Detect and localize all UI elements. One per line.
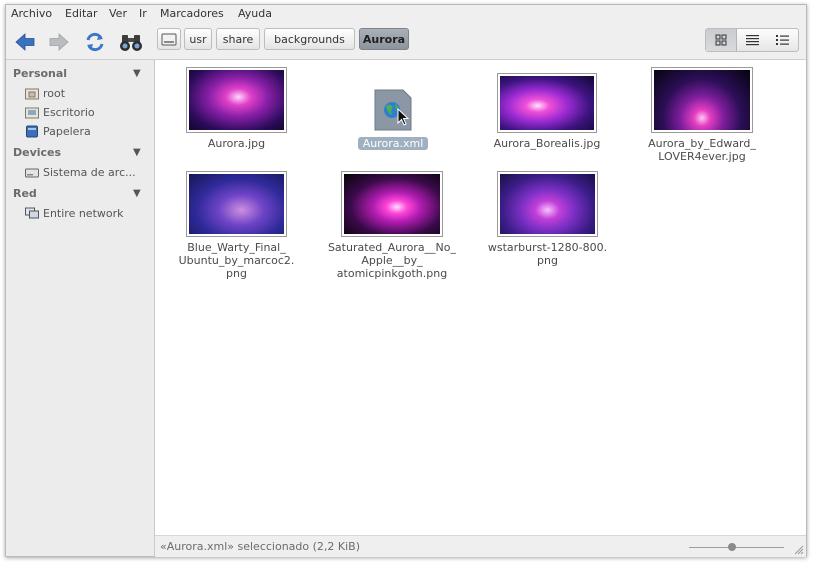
sidebar: Personal ▼ root Escritorio Papelera Devi…: [6, 60, 155, 556]
mouse-cursor-icon: [397, 108, 410, 126]
file-aurora-jpg[interactable]: [186, 67, 287, 133]
drive-icon: [161, 33, 177, 45]
reload-icon: [86, 32, 104, 52]
sidebar-item-label: Entire network: [43, 206, 124, 220]
sidebar-section-devices[interactable]: Devices: [13, 146, 61, 159]
sidebar-item-root[interactable]: root: [25, 85, 65, 101]
resize-grip-icon[interactable]: [794, 545, 804, 555]
image-thumbnail: [500, 76, 594, 130]
menubar: Archivo Editar Ver Ir Marcadores Ayuda: [6, 5, 806, 24]
network-icon: [25, 207, 39, 218]
file-label-selected: Aurora.xml: [358, 137, 428, 150]
desktop-folder-icon: [25, 107, 39, 118]
file-wstarburst-png[interactable]: [497, 171, 598, 237]
collapse-arrow-icon[interactable]: ▼: [133, 68, 141, 79]
home-folder-icon: [25, 88, 39, 99]
image-thumbnail: [500, 174, 595, 234]
sidebar-item-label: Escritorio: [43, 105, 95, 119]
sidebar-item-filesystem[interactable]: Sistema de arc...: [25, 164, 136, 180]
menu-ir[interactable]: Ir: [139, 7, 147, 20]
file-manager-window: Archivo Editar Ver Ir Marcadores Ayuda u…: [5, 4, 807, 557]
collapse-arrow-icon[interactable]: ▼: [133, 147, 141, 158]
binoculars-icon: [120, 35, 142, 51]
file-label: Aurora_by_Edward_ LOVER4ever.jpg: [648, 137, 756, 163]
image-thumbnail: [654, 70, 750, 130]
list-view-icon: [745, 35, 759, 46]
breadcrumb-aurora[interactable]: Aurora: [359, 28, 409, 50]
file-label: Saturated_Aurora__No_ Apple__by_ atomicp…: [327, 241, 457, 280]
breadcrumb-usr[interactable]: usr: [184, 28, 212, 50]
menu-editar[interactable]: Editar: [65, 7, 98, 20]
path-toggle-button[interactable]: [157, 28, 181, 50]
hard-drive-icon: [25, 168, 39, 177]
image-thumbnail: [189, 70, 284, 130]
back-arrow-icon: [15, 33, 35, 51]
collapse-arrow-icon[interactable]: ▼: [133, 188, 141, 199]
sidebar-section-personal[interactable]: Personal: [13, 67, 67, 80]
view-mode-switcher: [705, 28, 799, 52]
sidebar-item-label: root: [43, 86, 66, 100]
menu-ver[interactable]: Ver: [109, 7, 127, 20]
toolbar: usr share backgrounds Aurora: [6, 24, 806, 60]
back-button[interactable]: [12, 29, 38, 55]
forward-arrow-icon: [49, 33, 69, 51]
icon-view-icon: [715, 34, 727, 46]
trash-icon: [26, 125, 38, 137]
zoom-slider-track[interactable]: [689, 547, 784, 548]
status-text: «Aurora.xml» seleccionado (2,2 KiB): [160, 540, 361, 553]
file-blue-warty-png[interactable]: [186, 171, 287, 237]
zoom-slider-handle[interactable]: [728, 543, 736, 551]
sidebar-section-red[interactable]: Red: [13, 187, 37, 200]
status-bar: «Aurora.xml» seleccionado (2,2 KiB): [155, 535, 806, 557]
file-aurora-by-edward-jpg[interactable]: [651, 67, 753, 133]
sidebar-item-papelera[interactable]: Papelera: [25, 123, 91, 139]
menu-marcadores[interactable]: Marcadores: [160, 7, 224, 20]
image-thumbnail: [189, 174, 284, 234]
reload-button[interactable]: [82, 29, 108, 55]
sidebar-item-label: Papelera: [43, 124, 91, 138]
icon-view-button[interactable]: [706, 29, 738, 51]
file-saturated-aurora-png[interactable]: [341, 171, 443, 237]
file-label: wstarburst-1280-800. png: [487, 241, 608, 267]
forward-button[interactable]: [46, 29, 72, 55]
compact-view-button[interactable]: [768, 29, 798, 51]
list-view-button[interactable]: [737, 29, 767, 51]
image-thumbnail: [344, 174, 440, 234]
menu-ayuda[interactable]: Ayuda: [238, 7, 272, 20]
file-aurora-xml[interactable]: [373, 88, 413, 132]
sidebar-item-escritorio[interactable]: Escritorio: [25, 104, 95, 120]
file-label: Aurora_Borealis.jpg: [493, 137, 601, 150]
sidebar-item-label: Sistema de arc...: [43, 165, 136, 179]
sidebar-item-entire-network[interactable]: Entire network: [25, 205, 124, 221]
breadcrumb-backgrounds[interactable]: backgrounds: [264, 28, 355, 50]
file-aurora-borealis-jpg[interactable]: [497, 73, 597, 133]
file-label: Blue_Warty_Final_ Ubuntu_by_marcoc2. png: [178, 241, 295, 280]
file-label: Aurora.jpg: [207, 137, 266, 150]
file-view: Aurora.jpg Aurora.xml Aurora_Borealis.jp…: [155, 60, 806, 535]
search-button[interactable]: [118, 29, 144, 55]
breadcrumb-share[interactable]: share: [216, 28, 260, 50]
menu-archivo[interactable]: Archivo: [11, 7, 52, 20]
compact-view-icon: [776, 35, 790, 45]
